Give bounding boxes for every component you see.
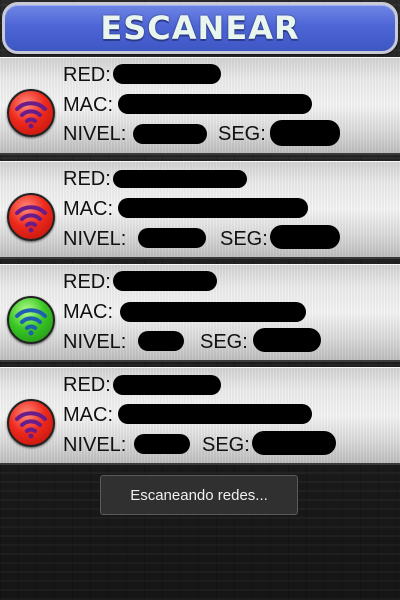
network-item[interactable]: RED: MAC: NIVEL: SEG:: [0, 57, 400, 155]
wifi-signal-icon: [7, 399, 55, 447]
redacted-level: [138, 331, 184, 351]
redacted-mac: [120, 302, 306, 322]
network-name-label: RED:: [63, 271, 111, 293]
network-item[interactable]: RED: MAC: NIVEL: SEG:: [0, 367, 400, 465]
scan-button-label: ESCANEAR: [100, 9, 300, 47]
level-label: NIVEL:: [63, 434, 127, 456]
security-label: SEG:: [218, 123, 266, 145]
wifi-signal-icon: [7, 89, 55, 137]
level-label: NIVEL:: [63, 228, 127, 250]
security-label: SEG:: [202, 434, 250, 456]
redacted-mac: [118, 94, 312, 114]
redacted-mac: [118, 198, 308, 218]
security-label: SEG:: [200, 331, 248, 353]
redacted-security: [270, 120, 340, 146]
redacted-level: [138, 228, 206, 248]
network-item[interactable]: RED: MAC: NIVEL: SEG:: [0, 161, 400, 259]
network-name-label: RED:: [63, 64, 111, 86]
network-name-label: RED:: [63, 168, 111, 190]
level-label: NIVEL:: [63, 123, 127, 145]
network-item[interactable]: RED: MAC: NIVEL: SEG:: [0, 264, 400, 362]
mac-label: MAC:: [63, 198, 113, 220]
redacted-level: [133, 124, 207, 144]
network-name-label: RED:: [63, 374, 111, 396]
wifi-signal-icon: [7, 193, 55, 241]
mac-label: MAC:: [63, 94, 113, 116]
redacted-network-name: [113, 271, 217, 291]
redacted-network-name: [113, 170, 247, 188]
redacted-security: [253, 328, 321, 352]
mac-label: MAC:: [63, 404, 113, 426]
redacted-network-name: [113, 64, 221, 84]
redacted-security: [252, 431, 336, 455]
scan-button[interactable]: ESCANEAR: [2, 2, 398, 54]
redacted-security: [270, 225, 340, 249]
redacted-level: [134, 434, 190, 454]
security-label: SEG:: [220, 228, 268, 250]
toast-message: Escaneando redes...: [100, 475, 298, 515]
mac-label: MAC:: [63, 301, 113, 323]
wifi-signal-icon: [7, 296, 55, 344]
toast-text: Escaneando redes...: [130, 486, 268, 504]
level-label: NIVEL:: [63, 331, 127, 353]
redacted-mac: [118, 404, 312, 424]
redacted-network-name: [113, 375, 221, 395]
